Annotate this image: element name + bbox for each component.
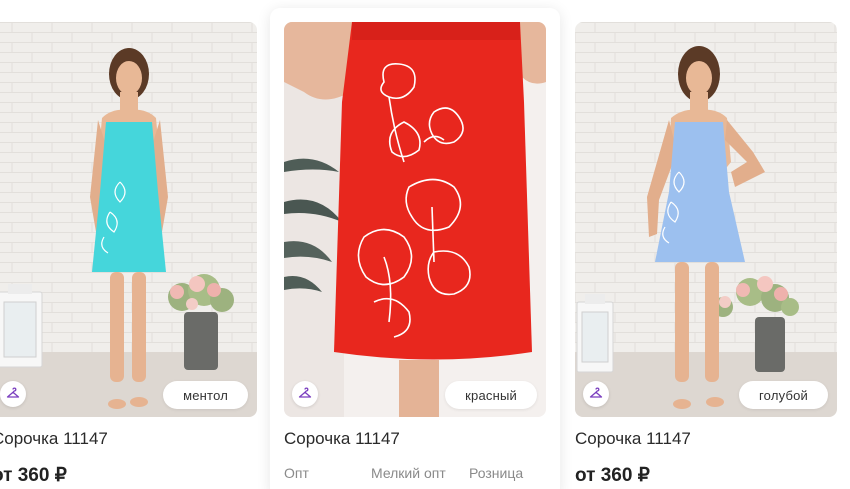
product-card-red[interactable]: красный Сорочка 11147 Опт Мелкий опт Роз… [270,8,560,489]
try-on-button[interactable] [583,381,609,407]
hanger-icon [6,387,20,398]
hanger-icon [298,387,312,398]
product-title[interactable]: Сорочка 11147 [284,429,400,449]
tier-retail-label: Розница [469,465,524,481]
try-on-button[interactable] [0,381,26,407]
hanger-icon [589,387,603,398]
product-price: от 360 ₽ [575,465,650,486]
tier-small-wholesale-label: Мелкий опт [371,465,446,481]
product-photo[interactable]: красный [284,22,546,417]
product-photo[interactable]: голубой [575,22,837,417]
tier-wholesale-label: Опт [284,465,309,481]
product-price: от 360 ₽ [0,465,67,486]
color-badge[interactable]: ментол [163,381,248,409]
product-title[interactable]: Сорочка 11147 [0,429,108,449]
product-photo[interactable]: ментол [0,22,257,417]
product-title[interactable]: Сорочка 11147 [575,429,691,449]
try-on-button[interactable] [292,381,318,407]
color-badge[interactable]: красный [445,381,537,409]
color-badge[interactable]: голубой [739,381,828,409]
